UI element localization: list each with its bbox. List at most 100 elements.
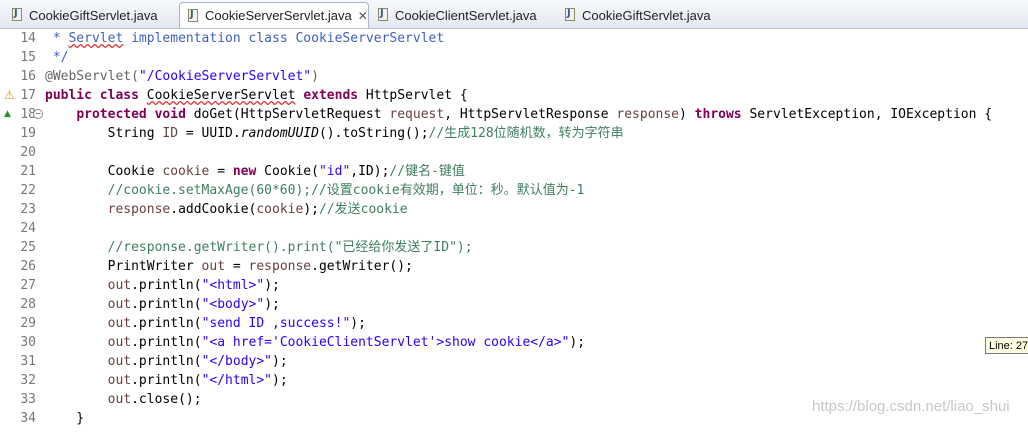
java-file-icon: J: [378, 8, 389, 22]
code-line[interactable]: 29 out.println("send ID ,success!");: [0, 314, 1028, 333]
code-token: =: [225, 259, 249, 274]
code-token: ServletException, IOException {: [741, 107, 993, 122]
code-token: HttpServlet {: [358, 88, 468, 103]
line-number: 23: [20, 202, 36, 217]
code-token: "id": [318, 164, 351, 179]
line-tooltip: Line: 27: [985, 337, 1028, 354]
code-token: .getWriter();: [311, 259, 413, 274]
code-text: response.addCookie(cookie);//发送cookie: [45, 200, 408, 219]
code-line[interactable]: 30 out.println("<a href='CookieClientSer…: [0, 333, 1028, 352]
code-token: ().toString();: [318, 126, 429, 141]
code-token: Cookie: [45, 164, 163, 179]
code-text: public class CookieServerServlet extends…: [45, 86, 468, 105]
code-token: "<body>": [201, 297, 265, 312]
code-token: out: [201, 259, 226, 274]
tab-label: CookieClientServlet.java: [395, 7, 537, 23]
line-number: 27: [20, 278, 36, 293]
tab-cookie-gift-servlet[interactable]: J CookieGiftServlet.java: [4, 3, 158, 27]
code-token: ,ID);: [350, 164, 390, 179]
code-line[interactable]: 20: [0, 143, 1028, 162]
code-text: * Servlet implementation class CookieSer…: [45, 29, 444, 48]
line-number: 32: [20, 373, 36, 388]
code-token: response: [248, 259, 312, 274]
code-line[interactable]: 26 PrintWriter out = response.getWriter(…: [0, 257, 1028, 276]
code-token: "</html>": [201, 373, 273, 388]
tab-label: CookieGiftServlet.java: [29, 7, 158, 23]
code-line[interactable]: 14 * Servlet implementation class Cookie…: [0, 29, 1028, 48]
code-text: @WebServlet("/CookieServerServlet"): [45, 67, 319, 86]
code-token: *: [45, 31, 69, 46]
java-file-icon: J: [12, 8, 23, 22]
line-number: 14: [20, 31, 36, 46]
code-token: new: [232, 164, 257, 179]
code-token: "send ID ,success!": [201, 316, 351, 331]
code-line[interactable]: 22 //cookie.setMaxAge(60*60);//设置cookie有…: [0, 181, 1028, 200]
code-line[interactable]: 16 @WebServlet("/CookieServerServlet"): [0, 67, 1028, 86]
code-line[interactable]: 21 Cookie cookie = new Cookie("id",ID);/…: [0, 162, 1028, 181]
tab-cookie-server-servlet[interactable]: J CookieServerServlet.java ✕: [179, 2, 369, 28]
line-number: 34: [20, 411, 36, 426]
code-token: //键名-键值: [389, 164, 465, 179]
line-number: 24: [20, 221, 36, 236]
code-token: out: [107, 354, 132, 369]
code-line[interactable]: 23 response.addCookie(cookie);//发送cookie: [0, 200, 1028, 219]
code-text: out.close();: [45, 390, 202, 409]
code-line[interactable]: 24: [0, 219, 1028, 238]
editor-tab-bar: J CookieGiftServlet.java J CookieServerS…: [0, 0, 1028, 29]
code-line[interactable]: 28 out.println("<body>");: [0, 295, 1028, 314]
code-token: , HttpServletResponse: [444, 107, 617, 122]
code-token: }: [45, 411, 85, 426]
code-token: throws: [694, 107, 742, 122]
code-token: //生成128位随机数，转为字符串: [428, 126, 624, 141]
code-token: ): [311, 69, 319, 84]
code-token: //cookie.setMaxAge(60*60);//设置cookie有效期，…: [45, 183, 585, 198]
close-icon[interactable]: ✕: [358, 9, 368, 23]
code-token: "/CookieServerServlet": [138, 69, 312, 84]
tab-label: CookieServerServlet.java: [205, 8, 352, 23]
line-number: 28: [20, 297, 36, 312]
code-token: protected: [76, 107, 147, 122]
code-line[interactable]: 32 out.println("</html>");: [0, 371, 1028, 390]
code-token: cookie: [162, 164, 210, 179]
code-token: response: [616, 107, 680, 122]
line-number: 30: [20, 335, 36, 350]
tab-cookie-client-servlet[interactable]: J CookieClientServlet.java: [370, 3, 537, 27]
code-line[interactable]: 18 ▲ − protected void doGet(HttpServletReq…: [0, 105, 1028, 124]
code-line[interactable]: 31 out.println("</body>");: [0, 352, 1028, 371]
code-line[interactable]: 17 ⚠ public class CookieServerServlet exte…: [0, 86, 1028, 105]
code-editor[interactable]: 14 * Servlet implementation class Cookie…: [0, 28, 1028, 434]
code-token: //response.getWriter().print("已经给你发送了ID"…: [45, 240, 473, 255]
code-line[interactable]: 27 out.println("<html>");: [0, 276, 1028, 295]
code-token: "<html>": [201, 278, 265, 293]
code-token: = UUID.: [178, 126, 241, 141]
code-token: randomUUID: [240, 126, 319, 141]
fold-toggle-icon[interactable]: −: [33, 109, 43, 119]
tab-cookie-gift-servlet-2[interactable]: J CookieGiftServlet.java: [557, 3, 711, 27]
line-number: 29: [20, 316, 36, 331]
code-token: String: [45, 126, 163, 141]
line-number: 22: [20, 183, 36, 198]
code-token: .println(: [131, 373, 202, 388]
code-text: //response.getWriter().print("已经给你发送了ID"…: [45, 238, 473, 257]
warning-icon[interactable]: ⚠: [4, 88, 15, 103]
code-token: cookie: [256, 202, 304, 217]
override-marker-icon[interactable]: ▲: [4, 107, 11, 122]
code-line[interactable]: 15 */: [0, 48, 1028, 67]
code-token: implementation class CookieServerServlet: [123, 31, 445, 46]
code-line[interactable]: 25 //response.getWriter().print("已经给你发送了…: [0, 238, 1028, 257]
code-token: =: [209, 164, 233, 179]
code-token: //发送cookie: [318, 202, 408, 217]
code-text: out.println("</body>");: [45, 352, 288, 371]
code-token: out: [107, 316, 132, 331]
code-text: Cookie cookie = new Cookie("id",ID);//键名…: [45, 162, 465, 181]
code-token: );: [264, 278, 280, 293]
code-line[interactable]: 19 String ID = UUID.randomUUID().toStrin…: [0, 124, 1028, 143]
code-text: PrintWriter out = response.getWriter();: [45, 257, 413, 276]
line-number: 20: [20, 145, 36, 160]
